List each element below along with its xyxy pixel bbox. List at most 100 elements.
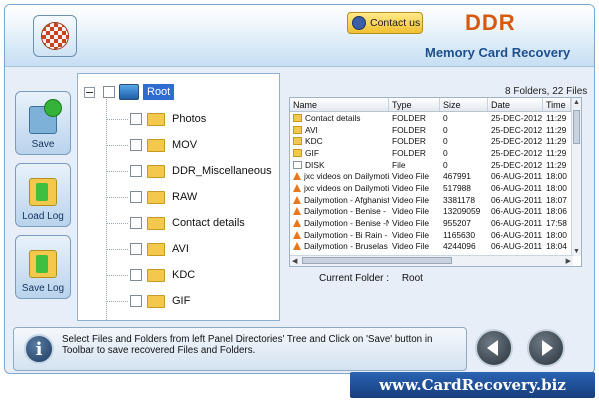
save-icon [29, 99, 62, 134]
cell-time: 11:29 [546, 159, 567, 170]
tree-item-photos[interactable]: Photos [106, 110, 206, 128]
tree-root-label: Root [143, 84, 175, 100]
folder-icon [147, 294, 165, 308]
tree-checkbox[interactable] [130, 165, 142, 177]
tree-item-contact-details[interactable]: Contact details [106, 214, 245, 232]
file-name: DISK [305, 159, 325, 170]
cell-type: FOLDER [392, 124, 426, 135]
cell-name: Contact details [290, 113, 389, 123]
scroll-right-icon[interactable]: ▶ [566, 257, 571, 265]
save-log-button[interactable]: Save Log [15, 235, 71, 299]
file-table[interactable]: Name Type Size Date Time Contact details… [289, 97, 582, 267]
video-file-icon [293, 183, 301, 192]
cell-size: 3381178 [443, 194, 475, 205]
table-row[interactable]: KDC FOLDER 0 25-DEC-2012 11:29 [290, 135, 581, 147]
tree-checkbox[interactable] [130, 191, 142, 203]
cell-name: jxc videos on Dailymoti... [290, 183, 389, 193]
cell-time: 17:58 [546, 218, 567, 229]
folder-icon [147, 216, 165, 230]
cell-date: 25-DEC-2012 [491, 159, 543, 170]
cell-time: 18:00 [546, 182, 567, 193]
column-header-type[interactable]: Type [389, 98, 440, 111]
computer-icon [119, 84, 139, 100]
table-row[interactable]: DISK File 0 25-DEC-2012 11:29 [290, 159, 581, 171]
tree-item-avi[interactable]: AVI [106, 240, 189, 258]
tree-checkbox[interactable] [130, 217, 142, 229]
column-header-size[interactable]: Size [440, 98, 488, 111]
cell-date: 06-AUG-2011 [491, 229, 543, 240]
info-icon: i [24, 334, 54, 364]
collapse-toggle[interactable] [84, 86, 95, 98]
cell-date: 25-DEC-2012 [491, 147, 543, 158]
video-file-icon [293, 242, 301, 251]
load-log-button-label: Load Log [22, 211, 64, 222]
column-header-date[interactable]: Date [488, 98, 543, 111]
table-row[interactable]: Dailymotion - Bruselas ... Video File 4244… [290, 241, 581, 253]
tree-item-raw[interactable]: RAW [106, 188, 197, 206]
cell-type: Video File [392, 206, 430, 217]
file-name: AVI [305, 124, 318, 135]
brand-name: DDR [465, 10, 516, 35]
scroll-up-icon[interactable]: ▲ [573, 99, 580, 106]
tree-checkbox[interactable] [130, 269, 142, 281]
directory-tree[interactable]: Root Photos MOV DDR_Miscellaneous RAW Co… [77, 73, 280, 321]
column-header-time[interactable]: Time [543, 98, 571, 111]
back-button[interactable] [475, 329, 513, 367]
tree-checkbox[interactable] [130, 113, 142, 125]
scroll-left-icon[interactable]: ◀ [292, 257, 297, 265]
tree-root[interactable]: Root [84, 82, 175, 102]
cell-time: 11:29 [546, 136, 567, 147]
tree-checkbox[interactable] [130, 243, 142, 255]
next-button[interactable] [527, 329, 565, 367]
folder-icon [147, 138, 165, 152]
cell-date: 06-AUG-2011 [491, 218, 543, 229]
root-checkbox[interactable] [103, 86, 115, 98]
current-folder-label: Current Folder : [319, 273, 390, 284]
video-file-icon [293, 207, 301, 216]
tree-item-kdc[interactable]: KDC [106, 266, 195, 284]
table-row[interactable]: AVI FOLDER 0 25-DEC-2012 11:29 [290, 124, 581, 136]
cell-date: 06-AUG-2011 [491, 194, 543, 205]
tree-item-ddr-misc[interactable]: DDR_Miscellaneous [106, 162, 272, 180]
folder-icon [147, 242, 165, 256]
website-link[interactable]: www.CardRecovery.biz [350, 372, 595, 398]
cell-date: 06-AUG-2011 [491, 241, 543, 252]
table-row[interactable]: Dailymotion - Benise -N...Video File 9552… [290, 217, 581, 229]
column-header-name[interactable]: Name [290, 98, 389, 111]
tree-checkbox[interactable] [130, 139, 142, 151]
cell-size: 467991 [443, 171, 471, 182]
horizontal-scrollbar[interactable]: ◀ ▶ [290, 255, 573, 266]
scroll-thumb[interactable] [302, 257, 452, 264]
save-button[interactable]: Save [15, 91, 71, 155]
folder-icon [147, 268, 165, 282]
app-subtitle: Memory Card Recovery [425, 45, 571, 60]
contact-us-button[interactable]: Contact us [347, 12, 423, 34]
video-file-icon [293, 172, 301, 181]
tree-checkbox[interactable] [130, 295, 142, 307]
table-row[interactable]: Dailymotion - Benise - ... Video File 1320… [290, 206, 581, 218]
table-row[interactable]: Dailymotion - Afghanist... Video File 3381… [290, 194, 581, 206]
tree-item-gif[interactable]: GIF [106, 292, 190, 310]
vertical-scrollbar[interactable]: ▲ ▼ [571, 98, 581, 256]
table-row[interactable]: GIF FOLDER 0 25-DEC-2012 11:29 [290, 147, 581, 159]
scroll-thumb[interactable] [573, 110, 580, 144]
tree-item-mov[interactable]: MOV [106, 136, 197, 154]
table-row[interactable]: jxc videos on Dailymoti... Video File 5179… [290, 182, 581, 194]
table-row[interactable]: Contact details FOLDER 0 25-DEC-2012 11:29 [290, 112, 581, 124]
folder-icon [147, 190, 165, 204]
cell-time: 18:04 [546, 241, 567, 252]
cell-date: 06-AUG-2011 [491, 206, 543, 217]
scroll-down-icon[interactable]: ▼ [573, 248, 580, 255]
cell-size: 4244096 [443, 241, 476, 252]
contact-us-label: Contact us [370, 17, 421, 29]
cell-name: Dailymotion - Benise - ... [290, 206, 389, 216]
cell-size: 0 [443, 147, 448, 158]
table-row[interactable]: jxc videos on Dailymoti... Video File 4679… [290, 170, 581, 182]
table-row[interactable]: Dailymotion - Bi Rain - ... Video File 116… [290, 229, 581, 241]
cell-name: KDC [290, 136, 389, 146]
cell-date: 06-AUG-2011 [491, 171, 543, 182]
cell-type: Video File [392, 182, 430, 193]
header: Contact us DDR Memory Card Recovery [5, 5, 594, 67]
load-log-button[interactable]: Load Log [15, 163, 71, 227]
file-name: Dailymotion - Bruselas ... [304, 241, 389, 252]
